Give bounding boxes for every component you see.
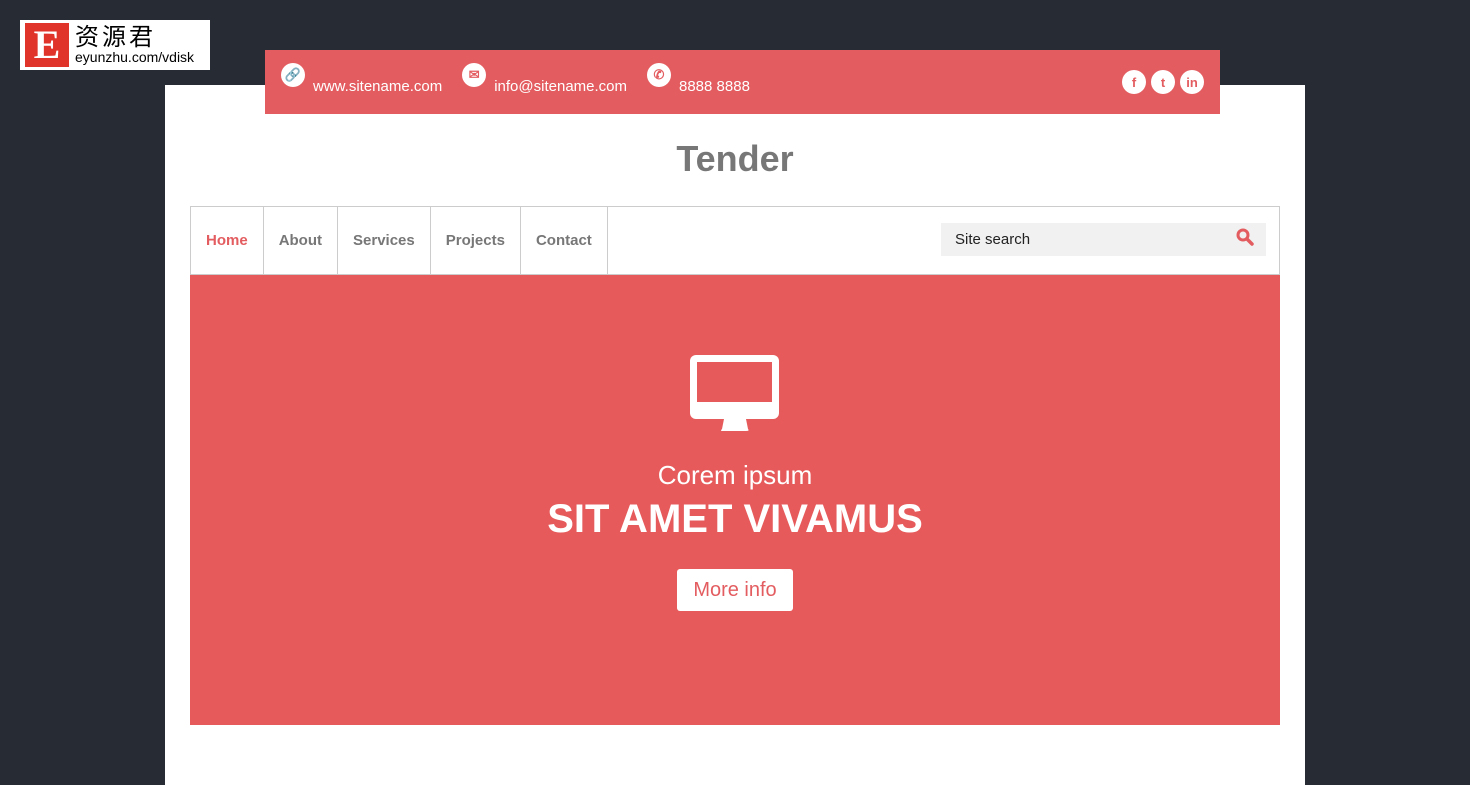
search-icon[interactable] [1236, 228, 1254, 251]
nav-projects[interactable]: Projects [431, 207, 521, 274]
link-icon: 🔗 [281, 63, 305, 87]
linkedin-icon[interactable]: in [1180, 70, 1204, 94]
nav-contact[interactable]: Contact [521, 207, 608, 274]
website-text: www.sitename.com [313, 77, 443, 95]
hero-headline: SIT AMET VIVAMUS [547, 497, 923, 541]
main-nav: Home About Services Projects Contact Sit… [190, 206, 1280, 275]
phone-link[interactable]: ✆ 8888 8888 [647, 63, 750, 95]
hero-banner: Corem ipsum SIT AMET VIVAMUS More info [190, 275, 1280, 725]
more-info-button[interactable]: More info [677, 569, 793, 611]
nav-about[interactable]: About [264, 207, 339, 274]
phone-icon: ✆ [647, 63, 671, 87]
mail-icon: ✉ [462, 63, 487, 87]
search-input[interactable]: Site search [941, 223, 1266, 256]
contact-bar: 🔗 www.sitename.com ✉ info@sitename.com ✆ 88… [265, 50, 1220, 114]
hero-subtitle: Corem ipsum [657, 460, 813, 490]
nav-home[interactable]: Home [191, 207, 264, 274]
email-text: info@sitename.com [494, 77, 627, 95]
site-title: Tender [676, 138, 794, 179]
logo-cn: 资源君 [75, 23, 156, 51]
phone-text: 8888 8888 [679, 77, 750, 95]
twitter-icon[interactable]: t [1151, 70, 1175, 94]
email-link[interactable]: ✉ info@sitename.com [462, 63, 627, 95]
nav-services[interactable]: Services [338, 207, 431, 274]
logo-url: eyunzhu.com/vdisk [75, 49, 195, 65]
logo-mark: E [25, 23, 69, 67]
desktop-monitor-icon [690, 355, 779, 431]
website-link[interactable]: 🔗 www.sitename.com [281, 63, 443, 95]
facebook-icon[interactable]: f [1122, 70, 1146, 94]
watermark-logo: E 资源君 eyunzhu.com/vdisk [20, 20, 210, 70]
search-placeholder: Site search [955, 231, 1031, 248]
